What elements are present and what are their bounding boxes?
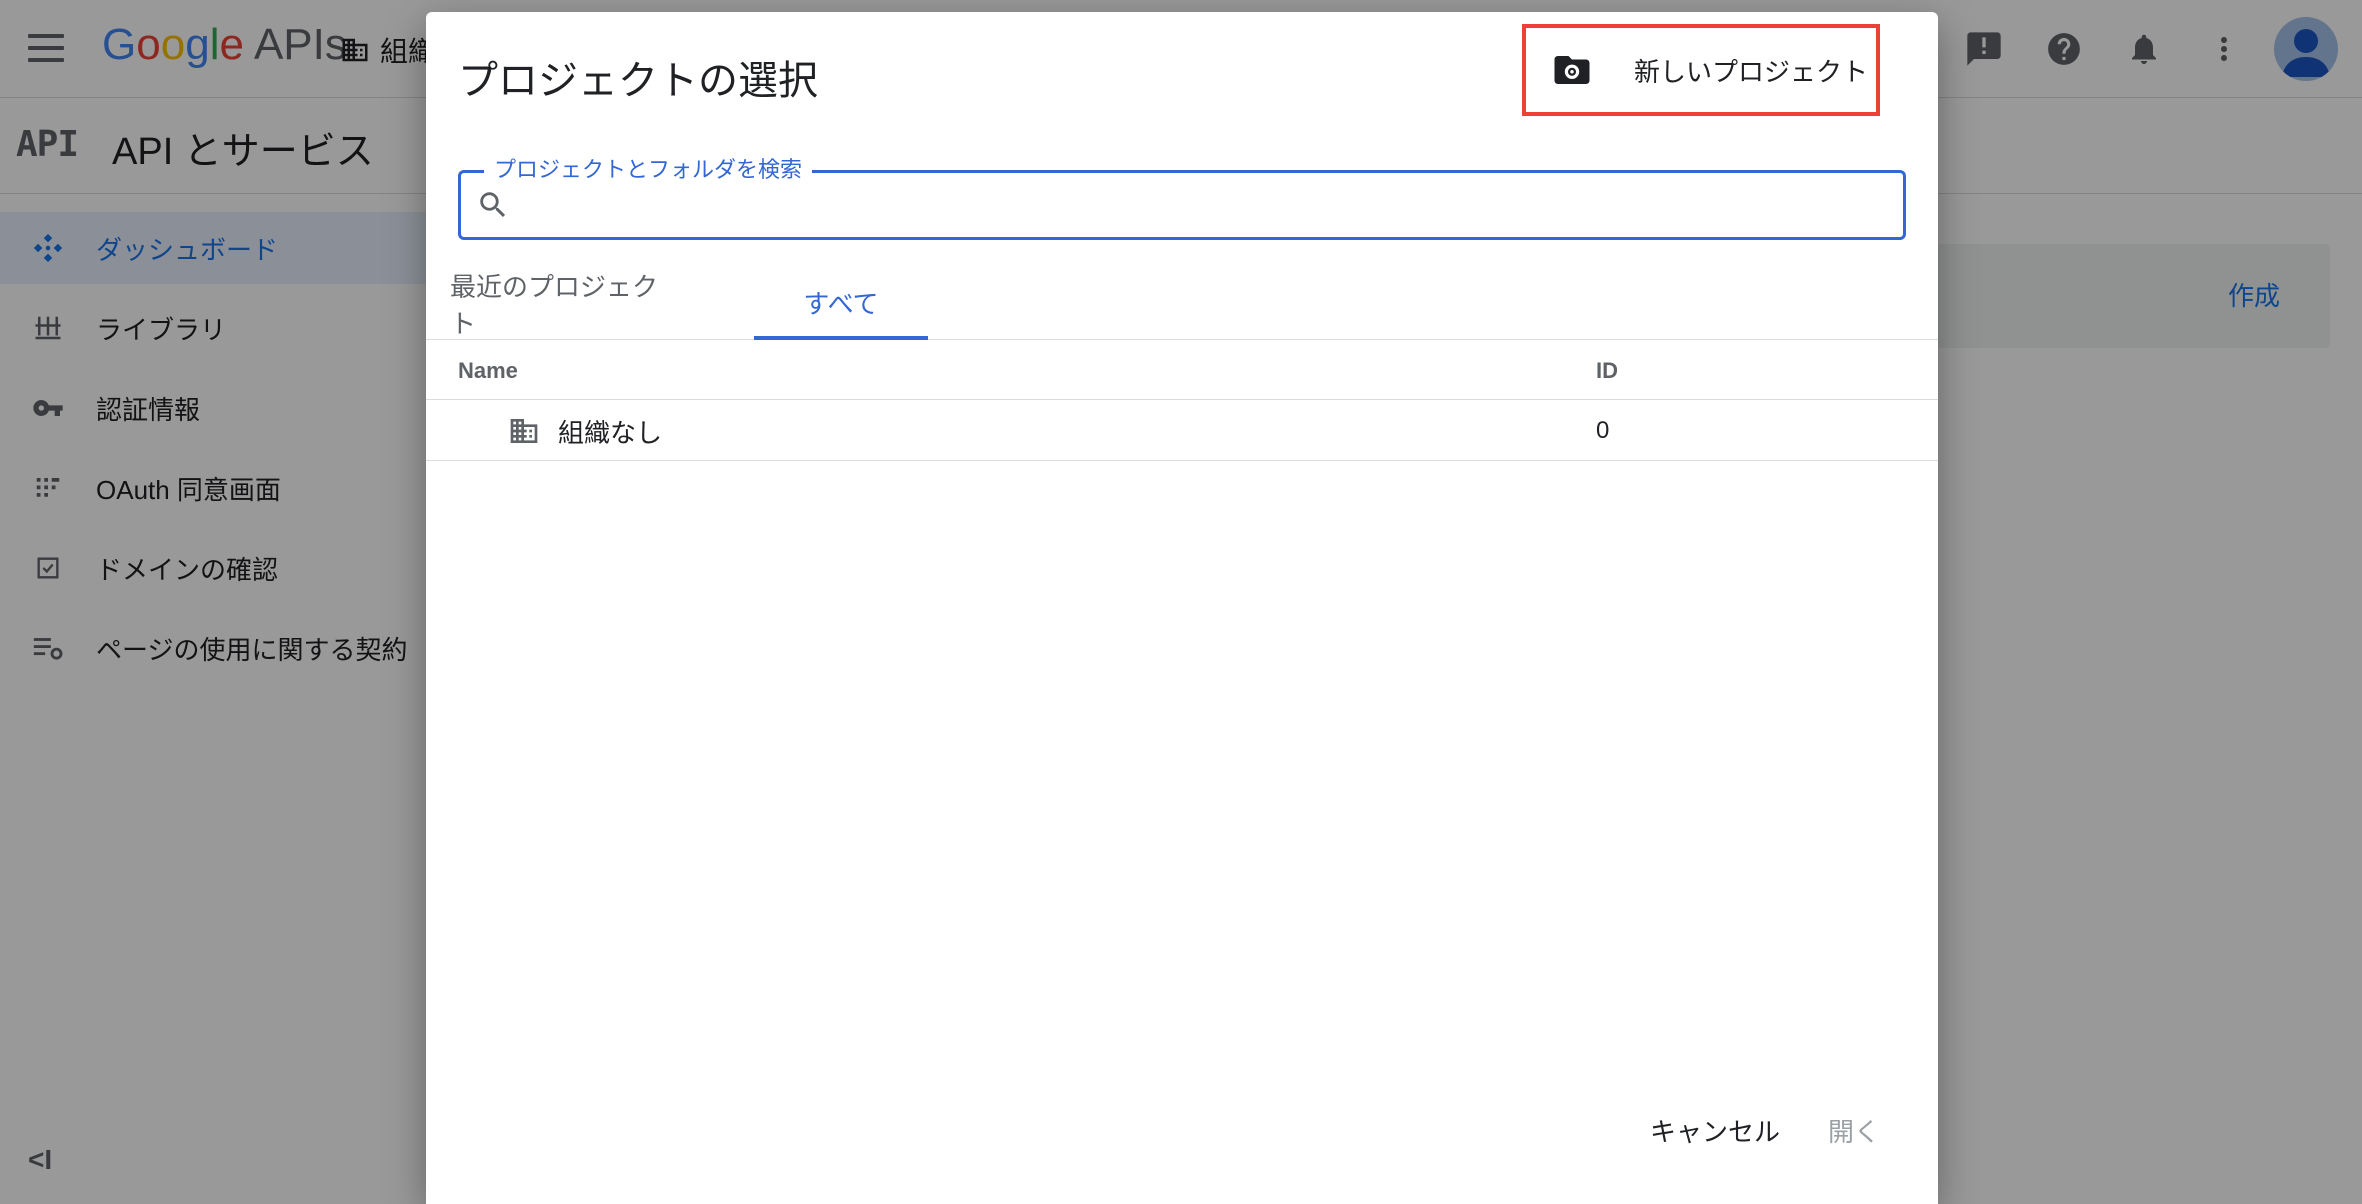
search-icon bbox=[476, 188, 510, 227]
folder-settings-icon bbox=[1550, 49, 1594, 91]
dialog-title: プロジェクトの選択 bbox=[458, 59, 818, 103]
row-name[interactable]: 組織なし bbox=[558, 401, 662, 461]
cancel-button[interactable]: キャンセル bbox=[1636, 1106, 1794, 1154]
search-input[interactable] bbox=[524, 178, 1884, 232]
column-header-id[interactable]: ID bbox=[1596, 342, 1618, 400]
new-project-button[interactable]: 新しいプロジェクト bbox=[1522, 24, 1880, 116]
tab-all[interactable]: すべて bbox=[754, 268, 928, 340]
table-header: Name ID bbox=[426, 342, 1938, 400]
organization-icon bbox=[508, 415, 540, 452]
table-row[interactable]: 組織なし 0 bbox=[426, 401, 1938, 461]
new-project-label: 新しいプロジェクト bbox=[1634, 56, 1869, 87]
tab-bar: 最近のプロジェクト すべて bbox=[426, 268, 1938, 340]
column-header-name[interactable]: Name bbox=[458, 342, 518, 400]
row-id: 0 bbox=[1596, 417, 1610, 444]
project-select-dialog: プロジェクトの選択 新しいプロジェクト プロジェクトとフォルダを検索 最近のプロ… bbox=[426, 12, 1938, 1204]
open-button[interactable]: 開く bbox=[1814, 1106, 1894, 1154]
tab-recent-projects[interactable]: 最近のプロジェクト bbox=[450, 268, 674, 340]
